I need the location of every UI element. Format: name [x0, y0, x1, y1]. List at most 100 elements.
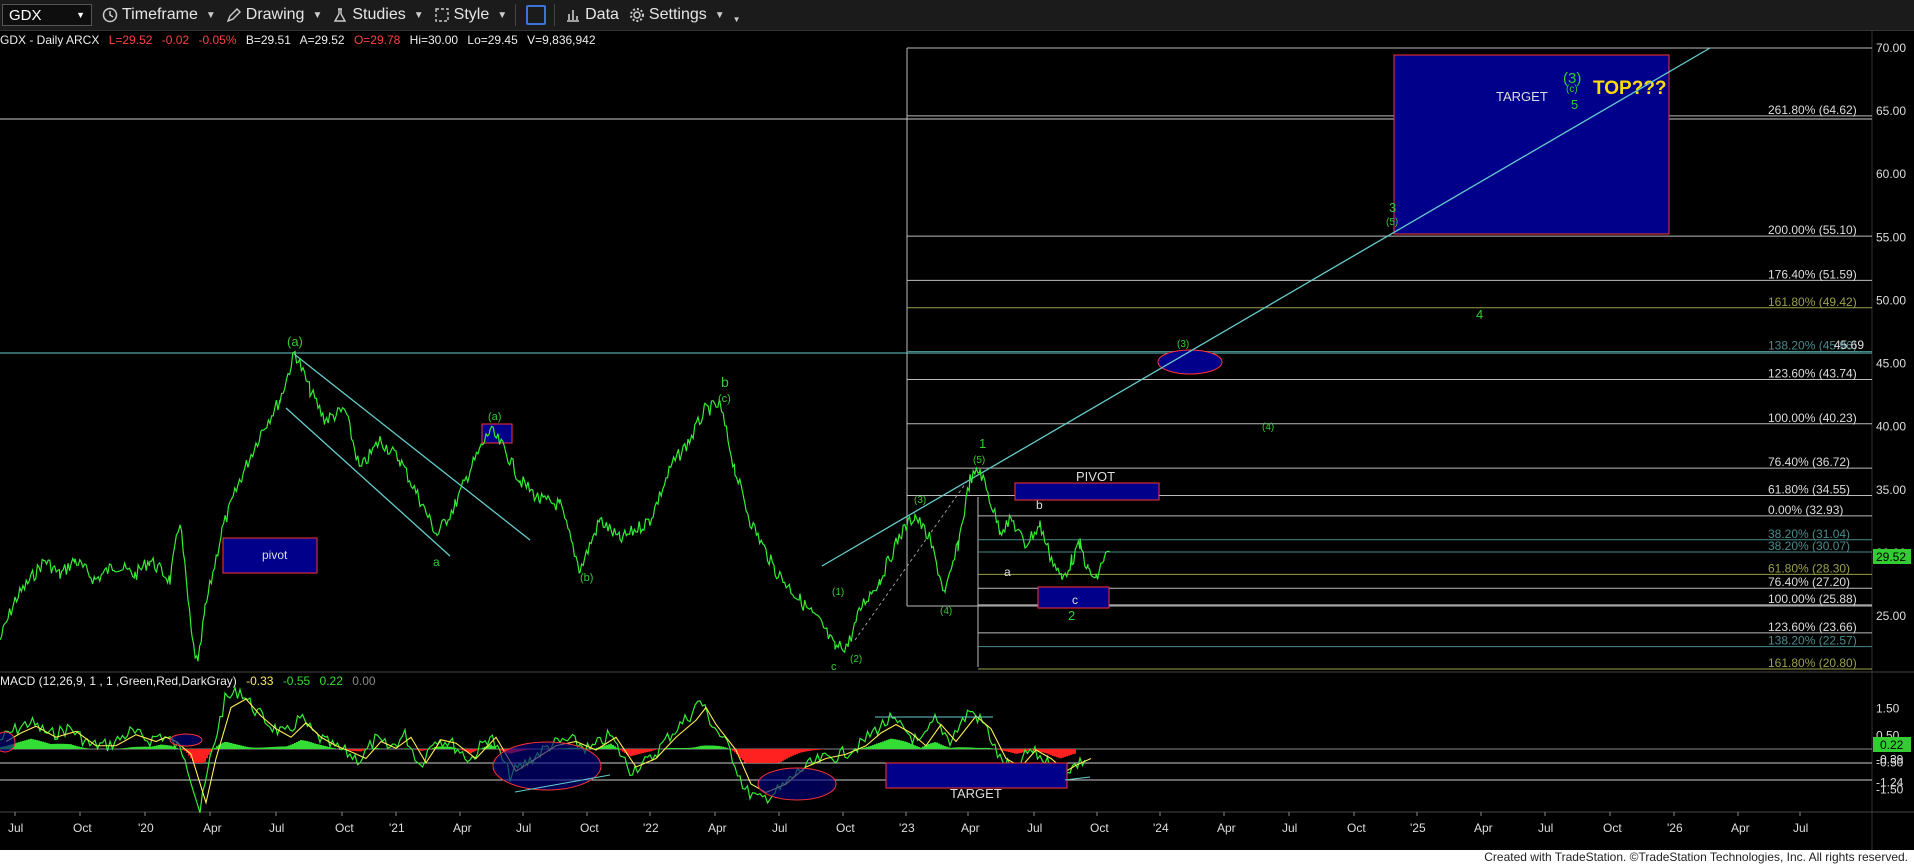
macd-histogram-bar: [982, 747, 984, 749]
fib-level-label: 100.00% (25.88): [1768, 592, 1857, 606]
macd-ellipse[interactable]: [169, 733, 203, 747]
macd-histogram-bar: [928, 743, 930, 749]
macd-histogram-bar: [894, 739, 896, 749]
macd-histogram-bar: [774, 749, 776, 763]
macd-histogram-bar: [606, 744, 608, 749]
macd-histogram-bar: [324, 745, 326, 749]
macd-histogram-bar: [668, 747, 670, 749]
macd-histogram-bar: [684, 747, 686, 749]
macd-histogram-bar: [960, 747, 962, 749]
macd-histogram-bar: [44, 742, 46, 749]
macd-histogram-bar: [134, 746, 136, 749]
macd-histogram-bar: [246, 746, 248, 749]
macd-histogram-bar: [260, 747, 262, 749]
macd-histogram-bar: [716, 745, 718, 749]
macd-histogram-bar: [692, 747, 694, 749]
macd-histogram-bar: [68, 744, 70, 749]
macd-histogram-bar: [280, 746, 282, 749]
macd-histogram-bar: [1026, 749, 1028, 751]
macd-histogram-bar: [356, 749, 358, 752]
macd-histogram-bar: [992, 748, 994, 749]
macd-histogram-bar: [644, 749, 646, 753]
macd-histogram-bar: [306, 741, 308, 749]
macd-histogram-bar: [406, 748, 408, 749]
time-axis-label: Apr: [708, 821, 727, 835]
price-chart[interactable]: 261.80% (64.62) 200.00% (55.10) 176.40% (5…: [0, 0, 1914, 850]
time-axis-label: Oct: [73, 821, 92, 835]
macd-histogram-bar: [1052, 749, 1054, 756]
macd-histogram-bar: [360, 749, 362, 752]
macd-histogram-bar: [86, 748, 88, 749]
macd-target-box[interactable]: [885, 762, 1068, 789]
macd-histogram-bar: [202, 749, 204, 763]
macd-ellipse[interactable]: [757, 767, 837, 801]
macd-histogram-bar: [198, 749, 200, 763]
time-axis-label: Oct: [335, 821, 354, 835]
macd-histogram-bar: [742, 749, 744, 761]
wave-label: b: [721, 374, 729, 390]
channel-lower[interactable]: [285, 407, 451, 557]
macd-histogram-bar: [1072, 749, 1074, 755]
fib-level-label: 138.20% (22.57): [1768, 634, 1857, 648]
pivot-box-left-label: pivot: [262, 548, 288, 562]
macd-histogram-bar: [970, 747, 972, 749]
macd-histogram-bar: [866, 746, 868, 749]
trendline-rising[interactable]: [821, 47, 1711, 567]
macd-histogram-bar: [762, 749, 764, 763]
macd-histogram-bar: [718, 746, 720, 749]
macd-histogram-bar: [998, 749, 1000, 750]
macd-histogram-bar: [954, 747, 956, 749]
macd-histogram-bar: [914, 745, 916, 749]
time-axis-label: Apr: [453, 821, 472, 835]
macd-ellipse[interactable]: [0, 731, 16, 753]
macd-histogram-bar: [636, 749, 638, 755]
time-axis-label: Jul: [1282, 821, 1297, 835]
last-price-flag-text: 29.52: [1876, 550, 1906, 564]
macd-histogram-bar: [334, 748, 336, 749]
macd-histogram-bar: [724, 747, 726, 749]
macd-axis-label: -0.50: [1876, 756, 1904, 770]
macd-histogram-bar: [822, 749, 824, 750]
time-axis-label: '24: [1153, 821, 1169, 835]
small-box-a[interactable]: [481, 423, 513, 444]
macd-pane[interactable]: TARGET: [0, 685, 1872, 813]
macd-histogram-bar: [776, 749, 778, 763]
macd-histogram-bar: [788, 749, 790, 758]
macd-histogram-bar: [46, 742, 48, 749]
macd-histogram-bar: [908, 742, 910, 749]
macd-histogram-bar: [316, 744, 318, 749]
wave-label: (c): [1566, 84, 1578, 95]
macd-histogram-bar: [216, 746, 218, 749]
macd-histogram-bar: [802, 749, 804, 753]
macd-axis-label: -1.50: [1876, 783, 1904, 797]
price-axis[interactable]: 70.00 65.00 60.00 55.00 50.00 45.00 40.00 35.00…: [1876, 41, 1906, 623]
macd-histogram-bar: [946, 746, 948, 749]
wave-label: c: [1072, 593, 1078, 607]
macd-histogram-bar: [952, 747, 954, 749]
macd-histogram-bar: [38, 740, 40, 749]
macd-ellipse[interactable]: [492, 741, 602, 791]
target-box-label: TARGET: [1496, 89, 1548, 104]
macd-histogram-bar: [640, 749, 642, 754]
fib-level-label: 61.80% (34.55): [1768, 482, 1850, 496]
fib-extension-upper[interactable]: [906, 47, 1872, 607]
macd-histogram-bar: [714, 745, 716, 749]
macd-histogram-bar: [980, 747, 982, 749]
macd-histogram-bar: [702, 745, 704, 749]
fib-level-label: 0.00% (32.93): [1768, 503, 1843, 517]
time-axis-label: Jul: [1027, 821, 1042, 835]
macd-histogram-bar: [906, 742, 908, 749]
macd-histogram-bar: [912, 744, 914, 749]
price-axis-label: 40.00: [1876, 420, 1906, 434]
macd-histogram-bar: [268, 747, 270, 749]
time-axis[interactable]: Jul Oct '20 Apr Jul Oct '21 Apr Jul Oct '22 Apr Jul O…: [8, 812, 1808, 835]
wave-3-ellipse[interactable]: [1157, 349, 1223, 375]
wave-label: (4): [940, 606, 952, 617]
fib-level-label: 76.40% (36.72): [1768, 455, 1850, 469]
macd-histogram-bar: [732, 749, 734, 751]
macd-histogram-bar: [438, 746, 440, 749]
macd-histogram-bar: [224, 741, 226, 749]
macd-histogram-bar: [1068, 749, 1070, 756]
macd-histogram-bar: [1012, 749, 1014, 754]
macd-histogram-bar: [754, 749, 756, 763]
